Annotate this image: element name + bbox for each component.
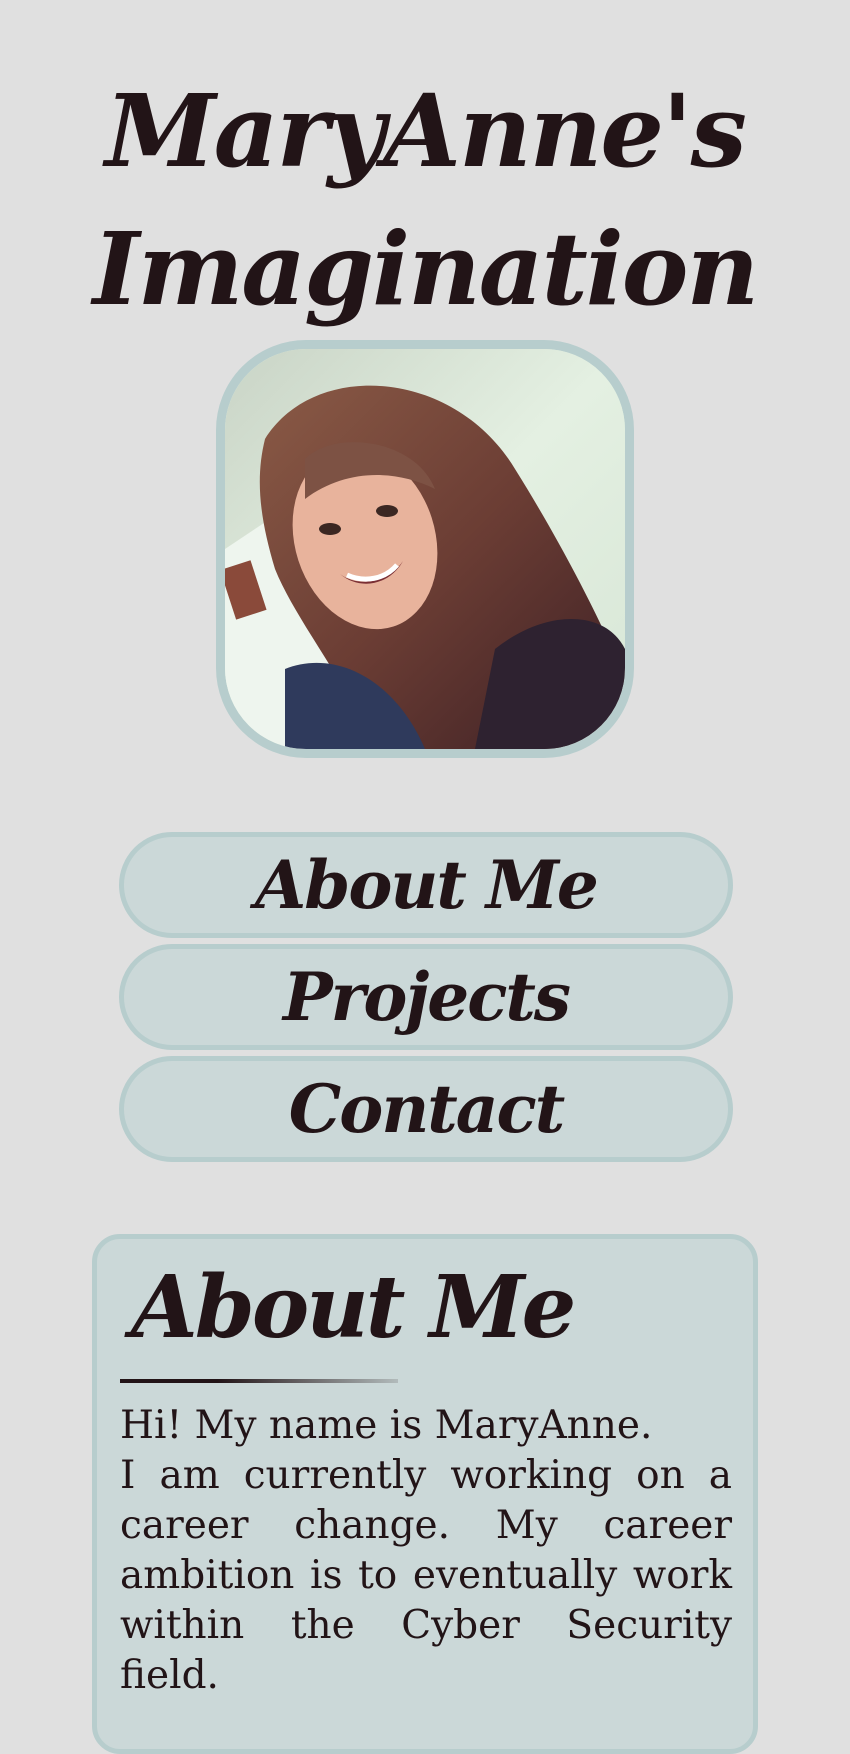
about-greeting: Hi! My name is MaryAnne. [120,1403,653,1448]
about-me-heading: About Me [131,1257,576,1358]
profile-photo-image [225,349,625,749]
nav-projects-button[interactable]: Projects [119,944,733,1050]
about-me-text: Hi! My name is MaryAnne. I am currently … [120,1401,732,1701]
nav-contact-button[interactable]: Contact [119,1056,733,1162]
site-title-line-1: MaryAnne's [105,72,747,190]
profile-photo [216,340,634,758]
about-me-card: About Me Hi! My name is MaryAnne. I am c… [92,1234,758,1754]
site-title-line-2: Imagination [92,210,759,328]
about-paragraph: I am currently working on a career chang… [120,1453,732,1698]
main-nav: About Me Projects Contact [119,832,733,1168]
heading-divider [120,1379,398,1383]
nav-about-me-button[interactable]: About Me [119,832,733,938]
site-title: MaryAnne's Imagination [0,62,850,338]
